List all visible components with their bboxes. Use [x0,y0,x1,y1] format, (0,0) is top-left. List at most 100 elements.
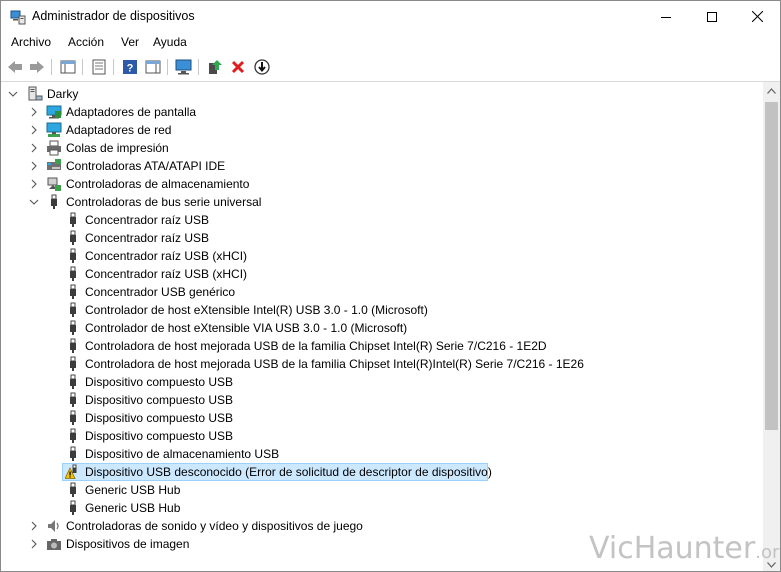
display-adapter-icon [46,105,62,119]
properties-button[interactable] [90,58,108,76]
tree-category[interactable]: Adaptadores de pantalla [1,103,763,121]
tree-device[interactable]: Dispositivo compuesto USB [1,409,763,427]
minimize-button[interactable] [643,1,689,32]
tree-device[interactable]: Controladora de host mejorada USB de la … [1,337,763,355]
device-label: Concentrador USB genérico [85,285,236,299]
tree-device[interactable]: Concentrador raíz USB [1,229,763,247]
device-label: Concentrador raíz USB [85,231,210,245]
tree-device[interactable]: Generic USB Hub [1,481,763,499]
chevron-right-icon [31,161,37,171]
expand-toggle[interactable] [29,106,39,118]
tree-category[interactable]: Controladoras de bus serie universal [1,193,763,211]
close-button[interactable] [734,1,780,32]
menu-accion[interactable]: Acción [68,35,104,49]
window-title: Administrador de dispositivos [32,9,195,23]
download-circle-icon [254,59,270,75]
chevron-right-icon [31,125,37,135]
scroll-thumb[interactable] [765,102,778,430]
device-label: Dispositivo USB desconocido (Error de so… [85,465,492,479]
tree-device[interactable]: Concentrador raíz USB (xHCI) [1,265,763,283]
scan-hardware-button[interactable] [175,58,193,76]
scroll-up-button[interactable] [763,82,780,99]
device-label: Concentrador raíz USB (xHCI) [85,267,248,281]
usb-controller-icon [51,194,57,209]
tree-device[interactable]: Dispositivo compuesto USB [1,427,763,445]
disable-device-button[interactable] [253,58,271,76]
back-button[interactable] [6,58,24,76]
vertical-scrollbar[interactable] [763,82,780,571]
tree-category[interactable]: Controladoras ATA/ATAPI IDE [1,157,763,175]
chevron-down-icon [8,91,18,97]
maximize-icon [707,11,717,22]
chevron-up-icon [767,87,776,94]
tree-device[interactable]: Concentrador raíz USB [1,211,763,229]
close-icon [751,11,763,22]
device-label: Controladoras de bus serie universal [66,195,262,209]
expand-toggle[interactable] [29,160,39,172]
action-pane-icon [145,60,161,74]
usb-plug-icon [70,266,76,281]
menu-archivo[interactable]: Archivo [11,35,51,49]
menu-ayuda[interactable]: Ayuda [153,35,187,49]
usb-plug-icon [70,230,76,245]
menu-ver[interactable]: Ver [121,35,139,49]
device-label: Controlador de host eXtensible VIA USB 3… [85,321,408,335]
device-label: Concentrador raíz USB (xHCI) [85,249,248,263]
properties-icon [92,59,106,75]
warning-icon [65,464,77,479]
usb-plug-icon [70,500,76,515]
collapse-toggle[interactable] [29,196,39,208]
tree-node-root[interactable]: Darky [1,85,763,103]
usb-plug-icon [70,410,76,425]
usb-plug-icon [70,374,76,389]
expand-toggle[interactable] [29,178,39,190]
update-driver-button[interactable] [206,58,224,76]
maximize-button[interactable] [689,1,735,32]
tree-device[interactable]: Generic USB Hub [1,499,763,517]
device-label: Dispositivo compuesto USB [85,429,234,443]
tree-category[interactable]: Controladoras de almacenamiento [1,175,763,193]
device-label: Generic USB Hub [85,483,181,497]
expand-toggle[interactable] [29,142,39,154]
tree-device[interactable]: Concentrador raíz USB (xHCI) [1,247,763,265]
collapse-toggle[interactable] [8,88,18,100]
tree-device[interactable]: Dispositivo compuesto USB [1,391,763,409]
device-label: Controladoras ATA/ATAPI IDE [66,159,226,173]
device-label: Adaptadores de pantalla [66,105,197,119]
minimize-icon [661,16,671,18]
back-arrow-icon [8,61,22,73]
usb-plug-icon [70,356,76,371]
expand-toggle[interactable] [29,124,39,136]
red-x-icon [231,60,245,74]
help-button[interactable]: ? [121,58,139,76]
device-manager-window: Administrador de dispositivos Archivo Ac… [0,0,781,572]
tree-device[interactable]: Dispositivo de almacenamiento USB [1,445,763,463]
camera-icon [47,539,61,550]
device-label: Controlador de host eXtensible Intel(R) … [85,303,428,317]
uninstall-device-button[interactable] [229,58,247,76]
tree-device-unknown-usb[interactable]: Dispositivo USB desconocido (Error de so… [1,463,763,481]
tree-device[interactable]: Controlador de host eXtensible VIA USB 3… [1,319,763,337]
device-label: Generic USB Hub [85,501,181,515]
console-tree-icon [60,60,76,74]
device-manager-icon [10,10,26,25]
usb-plug-icon [70,392,76,407]
expand-toggle[interactable] [29,520,39,532]
expand-toggle[interactable] [29,538,39,550]
device-label: Dispositivos de imagen [66,537,190,551]
chevron-right-icon [31,143,37,153]
action-pane-button[interactable] [144,58,162,76]
tree-device[interactable]: Controlador de host eXtensible Intel(R) … [1,301,763,319]
chevron-down-icon [29,199,39,205]
tree-category[interactable]: Colas de impresión [1,139,763,157]
forward-button[interactable] [28,58,46,76]
device-label: Controladoras de almacenamiento [66,177,250,191]
device-label: Darky [47,87,79,101]
tree-device[interactable]: Concentrador USB genérico [1,283,763,301]
show-hide-console-tree-button[interactable] [59,58,77,76]
update-driver-icon [209,60,222,74]
tree-device[interactable]: Dispositivo compuesto USB [1,373,763,391]
tree-category[interactable]: Adaptadores de red [1,121,763,139]
tree-device[interactable]: Controladora de host mejorada USB de la … [1,355,763,373]
device-label: Controladora de host mejorada USB de la … [85,357,584,371]
